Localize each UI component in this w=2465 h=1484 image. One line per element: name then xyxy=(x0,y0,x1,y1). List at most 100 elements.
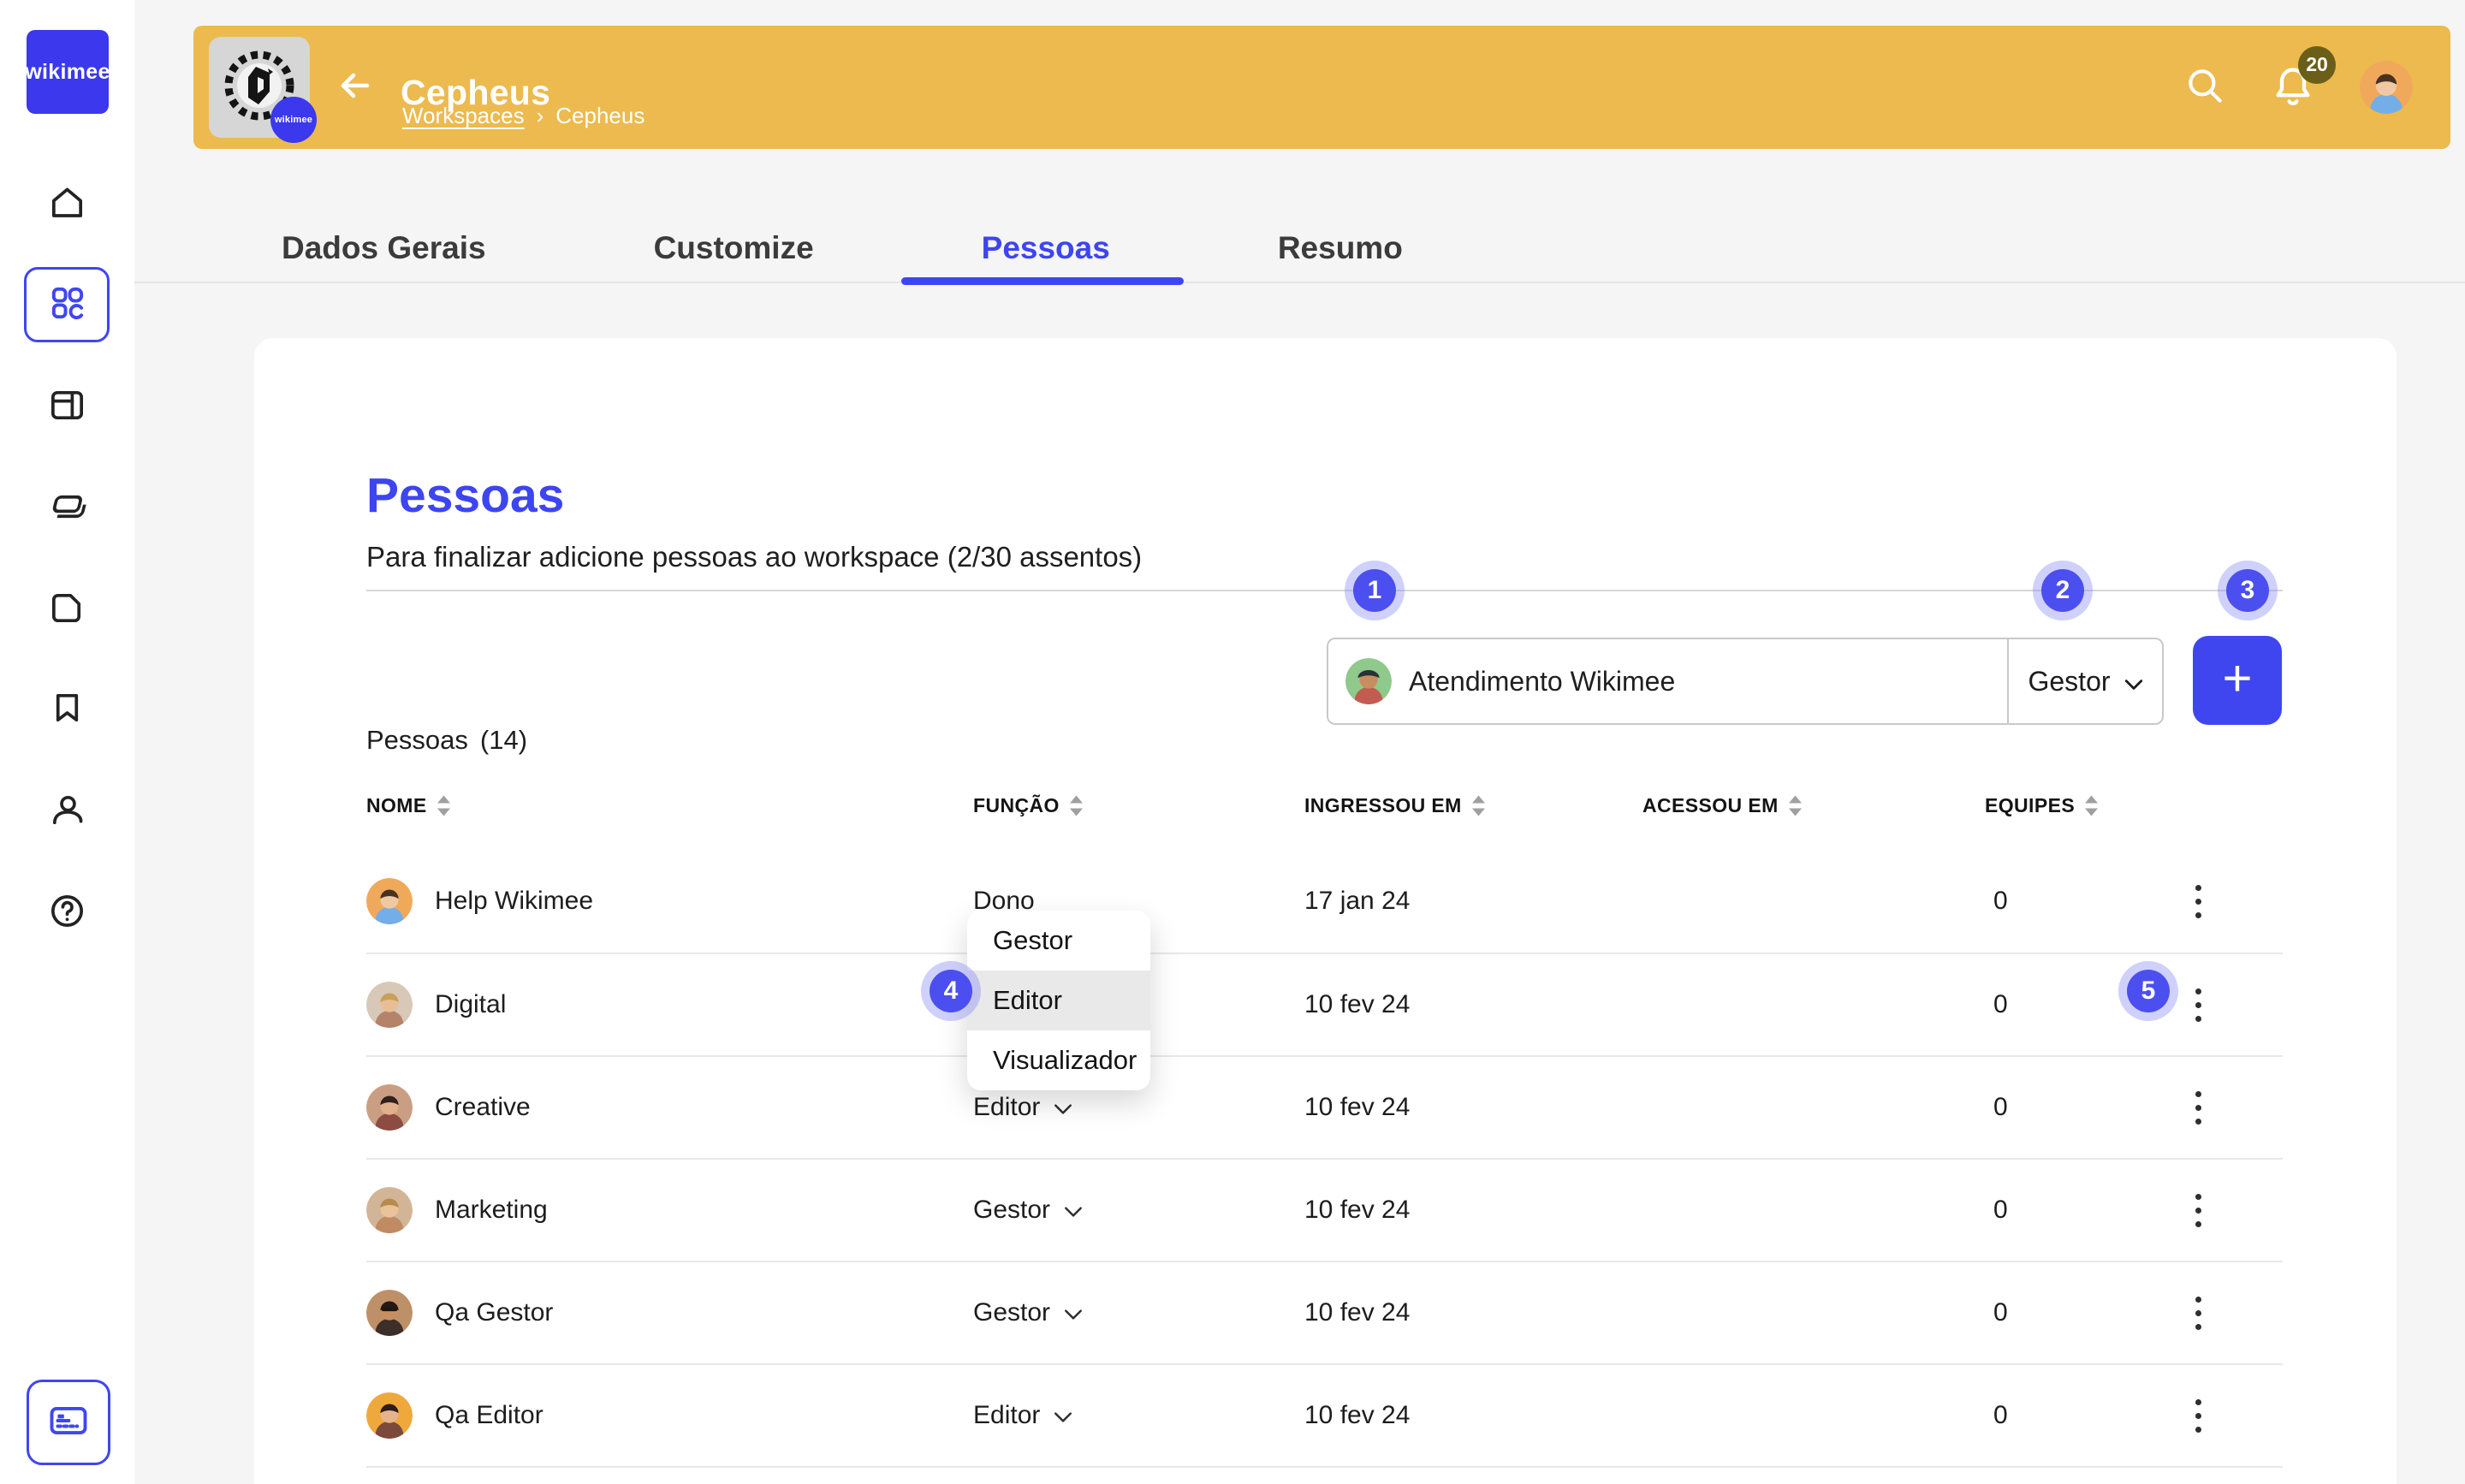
add-person-input[interactable]: Atendimento Wikimee xyxy=(1327,638,2007,725)
workspace-header: wikimee Cepheus Workspaces › Cepheus xyxy=(193,26,2450,149)
sort-icon xyxy=(1472,795,1485,816)
annotation-badge-4: 4 xyxy=(930,970,972,1012)
search-icon[interactable] xyxy=(2183,64,2226,111)
joined-date: 10 fev 24 xyxy=(1304,1401,1642,1430)
bell-icon xyxy=(2271,97,2315,111)
tab-dados-gerais[interactable]: Dados Gerais xyxy=(282,230,486,266)
chevron-down-icon xyxy=(1054,1093,1072,1122)
avatar xyxy=(366,1084,413,1131)
person-name: Creative xyxy=(435,1093,531,1122)
teams-count: 0 xyxy=(1985,1401,2113,1430)
sidebar-item-people[interactable] xyxy=(0,790,134,834)
table-row: Qa Gestor Gestor 10 fev 24 0 xyxy=(366,1261,2283,1363)
document-icon xyxy=(47,588,87,632)
row-menu-button[interactable] xyxy=(2195,885,2201,918)
active-tab-underline xyxy=(901,277,1184,285)
role-select[interactable]: Editor xyxy=(973,1093,1304,1122)
chevron-down-icon xyxy=(1064,1298,1083,1327)
user-avatar[interactable] xyxy=(2360,61,2413,114)
column-header-funcao[interactable]: FUNÇÃO xyxy=(973,794,1304,817)
tab-customize[interactable]: Customize xyxy=(654,230,814,266)
sort-icon xyxy=(1789,795,1802,816)
joined-date: 10 fev 24 xyxy=(1304,1196,1642,1225)
sidebar-item-help[interactable] xyxy=(0,891,134,935)
help-icon xyxy=(47,891,87,935)
selected-role: Gestor xyxy=(2028,666,2110,697)
breadcrumb-separator: › xyxy=(537,103,544,129)
board-icon xyxy=(47,385,87,430)
avatar xyxy=(366,982,413,1028)
teams-count: 0 xyxy=(1985,887,2113,916)
table-row: Creative Editor 10 fev 24 0 xyxy=(366,1055,2283,1158)
add-person-button[interactable]: + xyxy=(2193,636,2282,725)
row-menu-button[interactable] xyxy=(2195,988,2201,1022)
person-name: Digital xyxy=(435,990,506,1019)
column-header-equipes[interactable]: EQUIPES xyxy=(1985,794,2113,817)
layers-icon xyxy=(47,487,87,531)
breadcrumb-workspaces-link[interactable]: Workspaces xyxy=(402,103,525,129)
workspace-logo: wikimee xyxy=(209,37,310,138)
sidebar-item-documents[interactable] xyxy=(0,588,134,632)
apps-grid-icon xyxy=(47,282,87,327)
role-select[interactable]: Editor xyxy=(973,1401,1304,1430)
sort-icon xyxy=(1070,795,1083,816)
teams-count: 0 xyxy=(1985,1093,2113,1122)
row-menu-button[interactable] xyxy=(2195,1091,2201,1125)
row-menu-button[interactable] xyxy=(2195,1194,2201,1227)
sidebar-item-workspaces[interactable] xyxy=(24,267,110,342)
column-header-ingressou[interactable]: INGRESSOU EM xyxy=(1304,794,1642,817)
sidebar-bottom-card-button[interactable] xyxy=(27,1380,110,1465)
sidebar-item-cards[interactable] xyxy=(0,487,134,531)
row-menu-button[interactable] xyxy=(2195,1297,2201,1330)
table-row: Digital 10 fev 24 0 xyxy=(366,953,2283,1055)
table-row: User qq Editor 10 fev 24 0 xyxy=(366,1466,2283,1484)
row-menu-button[interactable] xyxy=(2195,1399,2201,1433)
sort-icon xyxy=(2085,795,2098,816)
avatar xyxy=(366,878,413,924)
joined-date: 17 jan 24 xyxy=(1304,887,1642,916)
avatar xyxy=(366,1290,413,1336)
people-table: Help Wikimee Dono 17 jan 24 0 Digital 10… xyxy=(366,850,2283,1484)
sidebar-item-bookmarks[interactable] xyxy=(0,688,134,733)
menu-item-gestor[interactable]: Gestor xyxy=(967,911,1150,971)
add-person-role-select[interactable]: Gestor xyxy=(2007,638,2164,725)
joined-date: 10 fev 24 xyxy=(1304,990,1642,1019)
menu-item-editor[interactable]: Editor xyxy=(967,971,1150,1030)
annotation-badge-3: 3 xyxy=(2226,569,2269,612)
chevron-down-icon xyxy=(1064,1196,1083,1225)
table-row: Qa Editor Editor 10 fev 24 0 xyxy=(366,1363,2283,1466)
breadcrumb-current: Cepheus xyxy=(555,103,644,129)
people-count-value: (14) xyxy=(480,725,527,756)
avatar xyxy=(366,1392,413,1439)
sidebar: wikimee xyxy=(0,0,134,1484)
card-form-icon xyxy=(46,1398,91,1447)
sidebar-item-boards[interactable] xyxy=(0,385,134,430)
home-icon xyxy=(47,183,87,228)
people-count: Pessoas (14) xyxy=(366,725,527,756)
table-row: Help Wikimee Dono 17 jan 24 0 xyxy=(366,850,2283,953)
people-count-label: Pessoas xyxy=(366,725,468,756)
menu-item-visualizador[interactable]: Visualizador xyxy=(967,1030,1150,1090)
teams-count: 0 xyxy=(1985,1298,2113,1327)
workspace-tabs: Dados Gerais Customize Pessoas Resumo xyxy=(134,214,2465,283)
sidebar-item-home[interactable] xyxy=(0,183,134,228)
annotation-badge-1: 1 xyxy=(1353,569,1396,612)
tab-resumo[interactable]: Resumo xyxy=(1278,230,1403,266)
column-header-acessou[interactable]: ACESSOU EM xyxy=(1642,794,1985,817)
role-dropdown-menu: Gestor Editor Visualizador xyxy=(967,911,1150,1090)
annotation-badge-5: 5 xyxy=(2127,970,2170,1012)
chevron-down-icon xyxy=(1054,1401,1072,1430)
avatar xyxy=(366,1187,413,1233)
section-divider xyxy=(366,590,2283,591)
role-select[interactable]: Gestor xyxy=(973,1298,1304,1327)
people-panel: Pessoas Para finalizar adicione pessoas … xyxy=(254,338,2397,1484)
person-name: Marketing xyxy=(435,1196,548,1225)
wikimee-logo[interactable]: wikimee xyxy=(27,30,109,114)
notifications-button[interactable]: 20 xyxy=(2271,63,2315,112)
teams-count: 0 xyxy=(1985,1196,2113,1225)
role-select[interactable]: Gestor xyxy=(973,1196,1304,1225)
back-button[interactable] xyxy=(334,67,375,108)
tab-pessoas[interactable]: Pessoas xyxy=(982,230,1110,266)
column-header-nome[interactable]: NOME xyxy=(366,794,973,817)
person-name: Qa Editor xyxy=(435,1401,543,1430)
